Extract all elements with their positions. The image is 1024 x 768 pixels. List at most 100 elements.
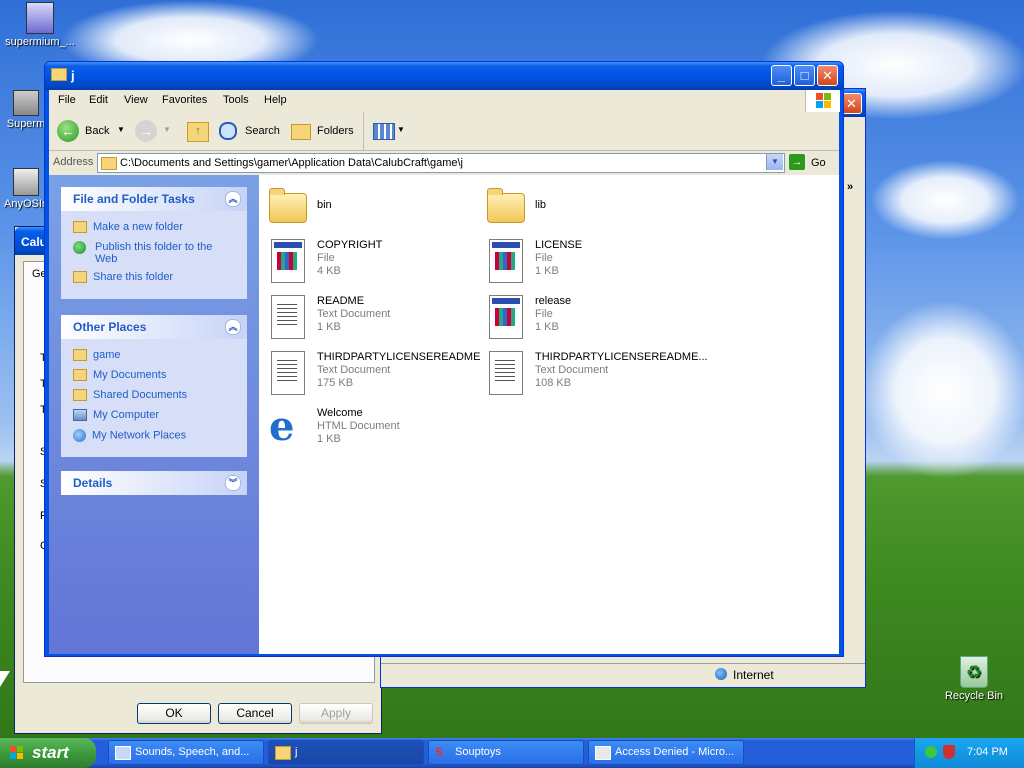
file-size: 4 KB <box>317 265 341 277</box>
place-my-computer[interactable]: My Computer <box>73 409 159 422</box>
desktop-icon-supermium[interactable]: supermium_... <box>0 2 80 48</box>
taskbar-button-souptoys[interactable]: S Souptoys <box>428 740 584 765</box>
file-item-license[interactable]: LICENSE File 1 KB <box>483 237 693 287</box>
windows-logo-icon <box>805 90 840 112</box>
minimize-button[interactable]: _ <box>771 65 792 86</box>
start-button[interactable]: start <box>0 738 96 768</box>
go-button[interactable]: → Go <box>787 153 833 173</box>
expand-chevron-icon[interactable]: ︾ <box>225 475 241 491</box>
task-share-folder[interactable]: Share this folder <box>73 271 173 284</box>
folder-icon <box>51 68 67 81</box>
cancel-button[interactable]: Cancel <box>218 703 292 724</box>
shared-documents-icon <box>73 389 87 402</box>
up-folder-icon: ↑ <box>187 122 209 142</box>
generic-file-icon <box>265 237 311 285</box>
desktop-icon-label: AnyOSIn <box>3 198 49 210</box>
file-name: THIRDPARTYLICENSEREADME... <box>535 351 708 363</box>
toolbar-overflow-chevron[interactable]: » <box>847 181 853 193</box>
clock[interactable]: 7:04 PM <box>967 746 1008 758</box>
system-tray: 7:04 PM <box>914 738 1024 768</box>
menu-favorites[interactable]: Favorites <box>162 94 207 106</box>
file-item-welcome[interactable]: e Welcome HTML Document 1 KB <box>265 405 475 455</box>
file-item-bin[interactable]: bin <box>265 185 475 235</box>
network-tray-icon[interactable] <box>925 746 937 758</box>
taskbar-button-label: Souptoys <box>455 746 501 758</box>
taskbar-button-j[interactable]: j <box>268 740 424 765</box>
search-icon <box>219 122 237 140</box>
taskbar-button-label: Access Denied - Micro... <box>615 746 735 758</box>
chevron-down-icon: ▼ <box>163 125 171 134</box>
menu-edit[interactable]: Edit <box>89 94 108 106</box>
back-button[interactable]: ← Back ▼ <box>55 118 127 144</box>
folders-button[interactable]: Folders <box>289 118 357 144</box>
file-item-lib[interactable]: lib <box>483 185 693 235</box>
file-type: HTML Document <box>317 420 400 432</box>
taskbar-button-access-denied[interactable]: Access Denied - Micro... <box>588 740 744 765</box>
place-label: Shared Documents <box>93 389 188 401</box>
file-type: File <box>317 252 335 264</box>
task-publish-folder[interactable]: Publish this folder to the Web <box>73 241 223 265</box>
file-type: File <box>535 308 553 320</box>
address-dropdown-arrow[interactable]: ▼ <box>766 154 783 170</box>
file-item-thirdpartylicensereadme-2[interactable]: THIRDPARTYLICENSEREADME... Text Document… <box>483 349 708 399</box>
recycle-bin-icon: ♻ <box>960 656 988 688</box>
file-item-copyright[interactable]: COPYRIGHT File 4 KB <box>265 237 475 287</box>
menu-help[interactable]: Help <box>264 94 287 106</box>
file-type: Text Document <box>317 308 391 320</box>
generic-file-icon <box>483 237 529 285</box>
folders-icon <box>291 124 311 140</box>
back-arrow-icon: ← <box>57 120 79 142</box>
panel-header[interactable]: Other Places ︽ <box>61 315 247 339</box>
desktop-icon-recycle-bin[interactable]: ♻ Recycle Bin <box>934 656 1014 702</box>
task-pane: File and Folder Tasks ︽ Make a new folde… <box>49 175 259 654</box>
security-shield-icon[interactable] <box>943 745 955 759</box>
search-button[interactable]: Search <box>217 118 281 144</box>
file-size: 1 KB <box>535 265 559 277</box>
explorer-title-bar[interactable]: j _ □ ✕ <box>45 62 843 90</box>
menu-file[interactable]: File <box>58 94 76 106</box>
views-icon <box>373 123 395 140</box>
views-button[interactable]: ▼ <box>371 118 407 144</box>
apply-button[interactable]: Apply <box>299 703 373 724</box>
details-panel: Details ︾ <box>61 471 247 495</box>
close-button[interactable]: ✕ <box>817 65 838 86</box>
address-input[interactable]: C:\Documents and Settings\gamer\Applicat… <box>97 153 785 173</box>
desktop-icon-label: Recycle Bin <box>944 690 1004 702</box>
file-item-readme[interactable]: README Text Document 1 KB <box>265 293 475 343</box>
place-shared-documents[interactable]: Shared Documents <box>73 389 188 402</box>
forward-button[interactable]: → ▼ <box>133 118 173 144</box>
text-document-icon <box>265 293 311 341</box>
file-size: 1 KB <box>317 321 341 333</box>
panel-title: Details <box>73 476 113 490</box>
maximize-button[interactable]: □ <box>794 65 815 86</box>
menu-view[interactable]: View <box>124 94 148 106</box>
task-label: Make a new folder <box>93 221 183 233</box>
ok-button[interactable]: OK <box>137 703 211 724</box>
panel-header[interactable]: Details ︾ <box>61 471 247 495</box>
control-panel-icon <box>115 746 131 760</box>
task-label: Publish this folder to the Web <box>95 241 213 265</box>
up-folder-button[interactable]: ↑ <box>185 118 211 144</box>
address-label: Address <box>53 156 94 168</box>
task-make-new-folder[interactable]: Make a new folder <box>73 221 183 234</box>
place-my-network-places[interactable]: My Network Places <box>73 429 186 442</box>
file-type: Text Document <box>535 364 609 376</box>
text-document-icon <box>483 349 529 397</box>
browser-close-button[interactable]: ✕ <box>841 93 862 114</box>
explorer-window[interactable]: j _ □ ✕ File Edit View Favorites Tools H… <box>44 61 844 657</box>
place-my-documents[interactable]: My Documents <box>73 369 166 382</box>
taskbar-button-sounds[interactable]: Sounds, Speech, and... <box>108 740 264 765</box>
collapse-chevron-icon[interactable]: ︽ <box>225 319 241 335</box>
search-label: Search <box>245 125 280 137</box>
globe-icon <box>715 668 727 680</box>
file-item-thirdpartylicensereadme[interactable]: THIRDPARTYLICENSEREADME Text Document 17… <box>265 349 480 399</box>
collapse-chevron-icon[interactable]: ︽ <box>225 191 241 207</box>
menu-tools[interactable]: Tools <box>223 94 249 106</box>
browser-status-bar: Internet <box>381 663 865 686</box>
file-name: Welcome <box>317 407 363 419</box>
file-item-release[interactable]: release File 1 KB <box>483 293 693 343</box>
file-type: File <box>535 252 553 264</box>
panel-header[interactable]: File and Folder Tasks ︽ <box>61 187 247 211</box>
standard-toolbar: ← Back ▼ → ▼ ↑ Search Folders ▼ <box>49 112 839 151</box>
place-game[interactable]: game <box>73 349 121 362</box>
